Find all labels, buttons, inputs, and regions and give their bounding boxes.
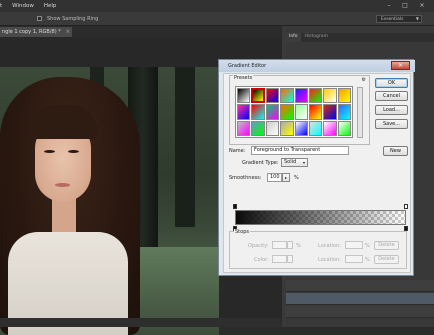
location-label: Location: [318, 243, 341, 249]
tab-info[interactable]: Info [286, 33, 301, 42]
layer-row[interactable] [286, 306, 434, 318]
opacity-label: Opacity: [248, 243, 269, 249]
document-tab[interactable]: ngle 1 copy 1, RGB/8) * × [0, 27, 72, 37]
stops-group: Stops Opacity: % Location: % Delete Colo… [229, 229, 407, 269]
color-swatch[interactable] [272, 255, 287, 263]
dialog-title: Gradient Editor [228, 63, 267, 69]
preset-swatch[interactable] [337, 88, 351, 104]
location-label-color: Location: [318, 257, 341, 263]
preset-swatch[interactable] [265, 104, 280, 120]
location-unit: % [365, 243, 370, 249]
cancel-button[interactable]: Cancel [375, 91, 408, 101]
tab-histogram[interactable]: Histogram [301, 33, 331, 42]
preset-swatch[interactable] [265, 88, 280, 104]
preset-swatch[interactable] [280, 104, 294, 120]
preset-swatch[interactable] [323, 120, 337, 136]
document-tab-label: ngle 1 copy 1, RGB/8) * [2, 29, 61, 35]
name-label: Name: [229, 148, 246, 154]
gradient-name-field[interactable]: Foreground to Transparent [251, 146, 349, 155]
preset-swatch[interactable] [308, 88, 323, 104]
menu-item-edit[interactable]: t [0, 3, 2, 9]
preset-swatch[interactable] [337, 104, 351, 120]
preset-swatch-grid [235, 86, 353, 138]
presets-label: Presets [233, 75, 254, 81]
stops-label: Stops [234, 229, 250, 235]
smoothness-stepper[interactable]: ▸ [282, 173, 290, 182]
menu-bar: t Window Help [0, 0, 434, 12]
color-menu-stepper[interactable] [287, 255, 293, 263]
delete-color-stop-button[interactable]: Delete [374, 255, 399, 264]
preset-swatch[interactable] [280, 120, 294, 136]
preset-swatch[interactable] [280, 88, 294, 104]
menu-item-help[interactable]: Help [44, 3, 57, 9]
gear-icon[interactable]: ⚙ [362, 77, 366, 83]
color-location-unit: % [365, 257, 370, 263]
opacity-stop-left[interactable] [233, 204, 237, 209]
location-field[interactable] [345, 241, 363, 249]
preset-swatch[interactable] [251, 88, 265, 104]
sampling-ring-checkbox[interactable] [37, 16, 42, 21]
minimize-icon[interactable]: – [384, 2, 394, 9]
chevron-right-icon: ▸ [284, 175, 287, 180]
menu-item-window[interactable]: Window [12, 3, 34, 9]
preset-swatch[interactable] [237, 120, 251, 136]
save-button[interactable]: Save... [375, 119, 408, 129]
preset-swatch[interactable] [251, 120, 265, 136]
preset-swatch[interactable] [294, 120, 308, 136]
gradient-type-label: Gradient Type: [242, 160, 279, 166]
presets-group: Presets ⚙ [229, 75, 370, 145]
dialog-body: Presets ⚙ OK Cancel Load... Save... Name… [223, 73, 411, 273]
preset-swatch[interactable] [323, 104, 337, 120]
preset-swatch[interactable] [337, 120, 351, 136]
opacity-stop-right[interactable] [404, 204, 408, 209]
smoothness-unit: % [294, 175, 299, 181]
dialog-title-bar[interactable]: Gradient Editor [219, 60, 415, 72]
ok-button[interactable]: OK [375, 78, 408, 88]
preset-swatch[interactable] [294, 104, 308, 120]
options-bar: Show Sampling Ring [0, 12, 434, 26]
preset-swatch[interactable] [251, 104, 265, 120]
close-icon[interactable]: × [391, 61, 410, 70]
document-photo [0, 67, 219, 335]
new-button[interactable]: New [383, 146, 408, 156]
preset-swatch[interactable] [323, 88, 337, 104]
opacity-field[interactable] [272, 241, 287, 249]
opacity-stepper[interactable] [287, 241, 293, 249]
sampling-ring-label: Show Sampling Ring [47, 15, 99, 22]
preset-swatch[interactable] [294, 88, 308, 104]
preset-swatch[interactable] [237, 88, 251, 104]
gradient-preview-bar[interactable] [235, 210, 406, 225]
delete-opacity-stop-button[interactable]: Delete [374, 241, 399, 250]
opacity-unit: % [296, 243, 301, 249]
close-tab-icon[interactable]: × [66, 29, 70, 35]
gradient-editor-dialog: Gradient Editor × Presets ⚙ OK Cancel Lo… [218, 59, 415, 276]
workspace-select[interactable]: Essentials ▼ [376, 15, 422, 23]
color-label: Color: [254, 257, 269, 263]
preset-swatch[interactable] [237, 104, 251, 120]
panel-tab-bar: Info Histogram [286, 33, 434, 42]
maximize-icon[interactable]: □ [400, 2, 410, 9]
load-button[interactable]: Load... [375, 105, 408, 115]
color-location-field[interactable] [345, 255, 363, 263]
smoothness-field[interactable]: 100 [267, 173, 282, 182]
preset-swatch[interactable] [265, 120, 280, 136]
smoothness-label: Smoothness: [229, 175, 262, 181]
preset-swatch[interactable] [308, 120, 323, 136]
chevron-down-icon: ▾ [302, 160, 305, 165]
gradient-type-select[interactable]: Solid ▾ [281, 158, 308, 167]
layer-row[interactable] [286, 280, 434, 292]
preset-swatch[interactable] [308, 104, 323, 120]
scrollbar[interactable] [357, 87, 363, 138]
close-icon[interactable]: × [417, 2, 427, 9]
layer-row[interactable] [286, 293, 434, 305]
chevron-down-icon: ▼ [415, 16, 419, 21]
status-bar [0, 318, 282, 327]
